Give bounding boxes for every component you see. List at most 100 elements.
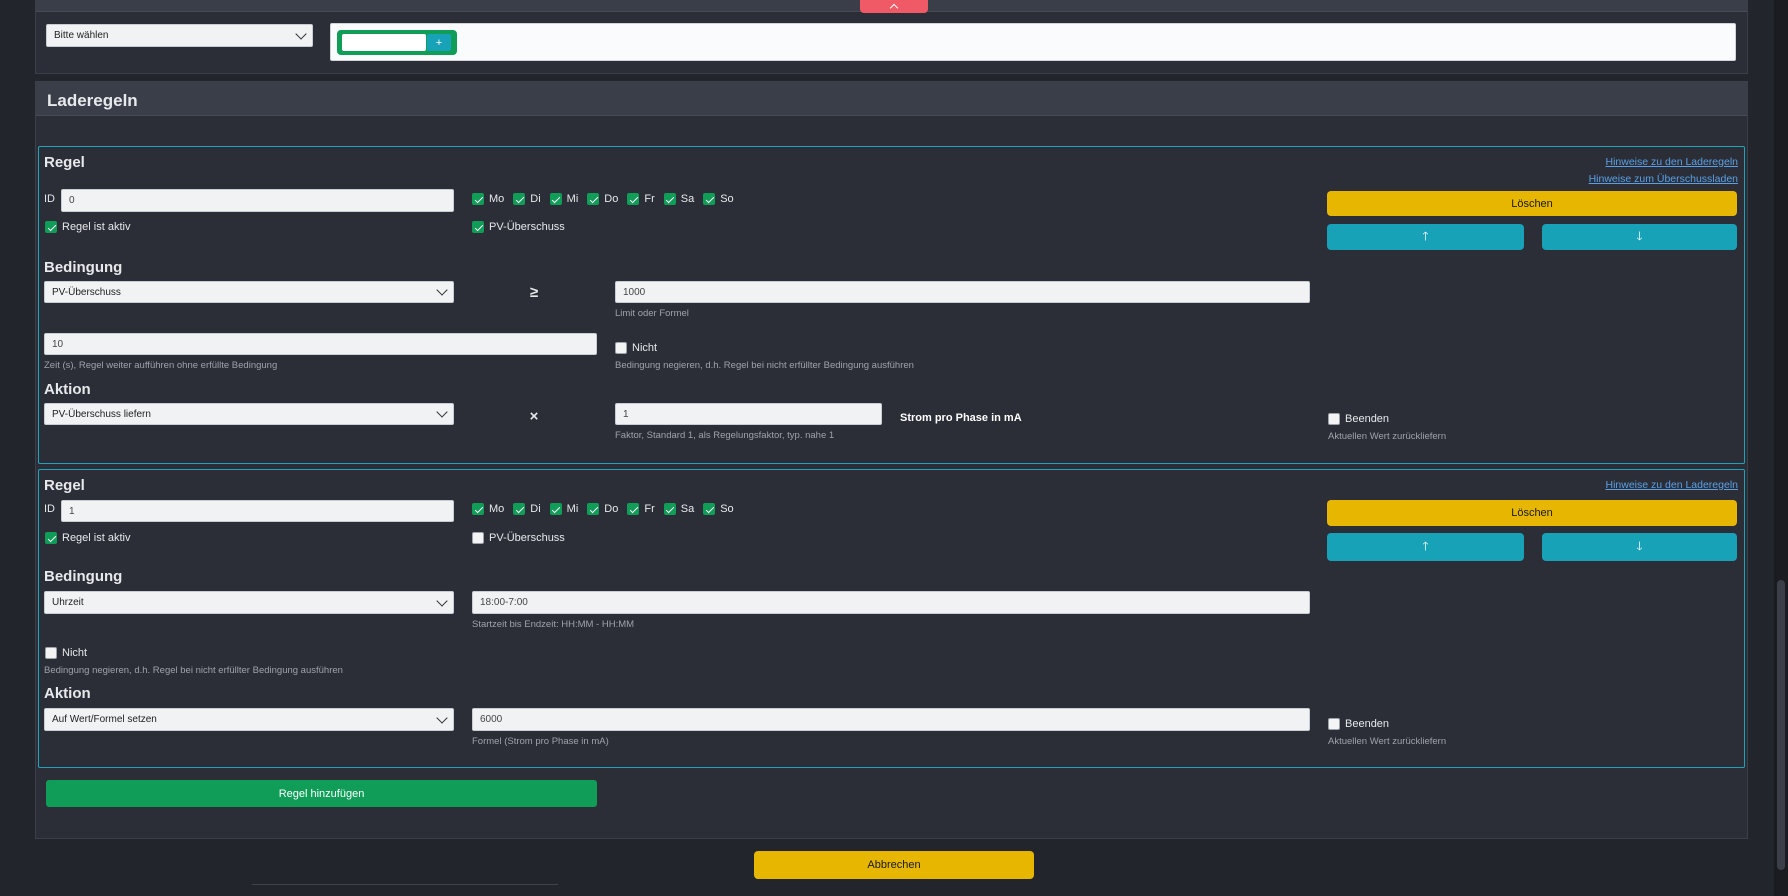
rule1-day-so-checkbox[interactable] [703,193,716,205]
rule1-link-surplus[interactable]: Hinweise zum Überschussladen [1589,173,1738,185]
rule1-id-input[interactable]: 0 [61,189,454,212]
rule2-action-value: Auf Wert/Formel setzen [52,714,157,725]
rule2-time-range-help: Startzeit bis Endzeit: HH:MM - HH:MM [472,619,635,630]
rule2-day-do-checkbox[interactable] [587,503,600,515]
rule2-move-up-button[interactable]: 🡑 [1327,533,1524,561]
rule1-end-toggle[interactable]: Beenden [1328,413,1389,425]
footer-divider [252,884,558,885]
day-label-mo: Mo [489,193,505,205]
rule1-condition-title: Bedingung [44,259,123,276]
rule2-end-toggle[interactable]: Beenden [1328,718,1389,730]
rule2-id-label: ID [44,503,55,515]
rule1-action-title: Aktion [44,381,91,398]
rule1-operator: ≥ [529,284,539,301]
rule1-day-di-checkbox[interactable] [513,193,526,205]
add-rule-button[interactable]: Regel hinzufügen [46,780,597,807]
rule1-not-label: Nicht [632,342,658,354]
rule2-formula-input[interactable]: 6000 [472,708,1310,731]
rule2-not-label: Nicht [62,647,88,659]
rule2-active-checkbox[interactable] [45,532,57,544]
chevron-down-icon [436,406,448,418]
tag-add-button[interactable]: + [427,34,451,51]
rule1-day-mo-checkbox[interactable] [472,193,484,205]
rule1-day-fr-checkbox[interactable] [627,193,640,205]
rule2-active-label: Regel ist aktiv [62,532,131,544]
rule1-active-toggle[interactable]: Regel ist aktiv [45,221,130,233]
rule2-day-so-checkbox[interactable] [703,503,716,515]
day-label-di: Di [530,503,541,515]
day-label-so: So [720,193,734,205]
chevron-down-icon [436,711,448,724]
rule1-day-sa-checkbox[interactable] [663,193,676,205]
day-label-mo: Mo [489,503,505,515]
rule2-not-toggle[interactable]: Nicht [45,647,87,659]
rule1-not-checkbox[interactable] [615,342,627,354]
rule2-day-sa-checkbox[interactable] [663,503,676,515]
section-title: Laderegeln [47,91,138,110]
rule1-pv-toggle[interactable]: PV-Überschuss [472,221,565,233]
user-select-value: Bitte wählen [54,30,109,41]
rule2-end-label: Beenden [1345,718,1390,730]
rule2-pv-checkbox[interactable] [472,532,484,544]
rule2-pv-toggle[interactable]: PV-Überschuss [472,532,565,544]
rule2-end-help: Aktuellen Wert zurückliefern [1328,736,1447,747]
rule1-action-value: PV-Überschuss liefern [52,408,151,420]
rule1-move-down-button[interactable]: 🡓 [1542,224,1737,250]
rule1-day-mi-checkbox[interactable] [549,193,562,205]
rule1-days: Mo Di Mi Do Fr Sa So [472,193,734,205]
rule2-move-down-button[interactable]: 🡓 [1542,533,1737,561]
rule2-end-checkbox[interactable] [1328,718,1340,730]
top-tab[interactable] [860,0,928,13]
day-label-sa: Sa [680,503,695,515]
user-select[interactable]: Bitte wählen [46,24,313,47]
rule1-limit-input[interactable]: 1000 [615,281,1310,303]
rule2-time-range-input[interactable]: 18:00-7:00 [472,591,1310,614]
rule2-action-select[interactable]: Auf Wert/Formel setzen [44,708,454,731]
rule1-action-operator: × [529,408,539,425]
tag-input-group: + [337,30,457,55]
rule1-delete-button[interactable]: Löschen [1327,191,1737,216]
scrollbar-thumb[interactable] [1777,580,1785,870]
rule1-action-select[interactable]: PV-Überschuss liefern [44,403,454,425]
charging-rules-header: Laderegeln [36,82,1747,116]
rule2-condition-select[interactable]: Uhrzeit [44,591,454,614]
rule1-id-label: ID [44,193,55,205]
rule1-time-input[interactable]: 10 [44,333,597,355]
arrow-up-icon: 🡑 [1422,538,1429,553]
rule2-delete-button[interactable]: Löschen [1327,500,1737,526]
rule1-active-label: Regel ist aktiv [62,221,131,233]
day-label-mi: Mi [566,193,579,205]
chevron-down-icon [436,284,448,296]
day-label-mi: Mi [566,503,579,515]
rule1-move-up-button[interactable]: 🡑 [1327,224,1524,250]
rule1-pv-checkbox[interactable] [472,221,484,233]
day-label-di: Di [530,193,541,205]
rule1-factor-help: Faktor, Standard 1, als Regelungsfaktor,… [615,430,835,441]
tag-text-input[interactable] [342,34,426,51]
rule2-not-checkbox[interactable] [45,647,57,659]
rule1-not-toggle[interactable]: Nicht [615,342,657,354]
rule2-title: Regel [44,477,85,494]
rule1-day-do-checkbox[interactable] [587,193,600,205]
rule1-link-rules[interactable]: Hinweise zu den Laderegeln [1605,156,1738,168]
tag-input-area[interactable]: + [330,23,1736,61]
cancel-button[interactable]: Abbrechen [754,851,1034,879]
rule1-end-checkbox[interactable] [1328,413,1340,425]
rule2-formula-help: Formel (Strom pro Phase in mA) [472,736,609,747]
rule1-factor-input[interactable]: 1 [615,403,882,425]
rule2-link-rules[interactable]: Hinweise zu den Laderegeln [1605,479,1738,491]
rule2-day-di-checkbox[interactable] [513,503,526,515]
day-label-sa: Sa [680,193,695,205]
chevron-up-icon [889,3,899,13]
rule2-id-input[interactable]: 1 [61,500,454,522]
scrollbar-track[interactable] [1774,0,1788,896]
rule2-day-fr-checkbox[interactable] [627,503,640,515]
rule2-day-mo-checkbox[interactable] [472,503,484,515]
rule1-pv-label: PV-Überschuss [489,221,565,233]
rule1-condition-value: PV-Überschuss [52,286,121,298]
chevron-down-icon [436,594,448,607]
rule1-condition-select[interactable]: PV-Überschuss [44,281,454,303]
rule2-active-toggle[interactable]: Regel ist aktiv [45,532,130,544]
rule2-day-mi-checkbox[interactable] [549,503,562,515]
rule1-active-checkbox[interactable] [45,221,57,233]
